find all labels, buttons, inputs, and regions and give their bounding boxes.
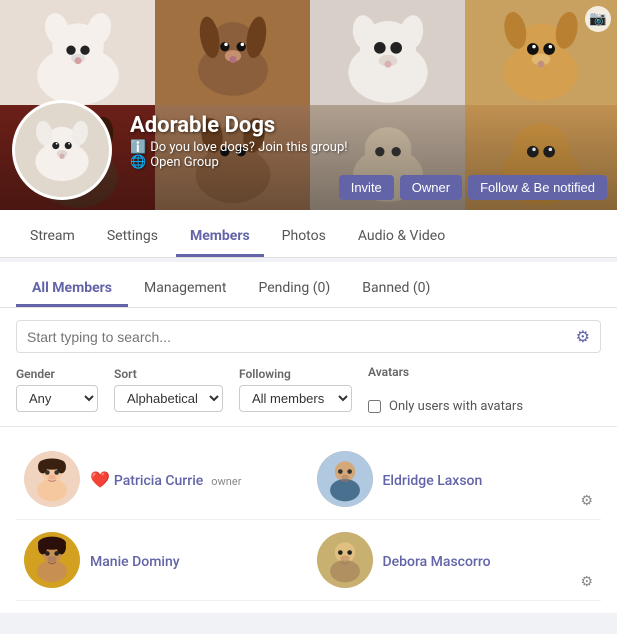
sub-tab-pending[interactable]: Pending (0) [242, 272, 346, 307]
tab-settings[interactable]: Settings [93, 218, 172, 257]
owner-button[interactable]: Owner [400, 175, 462, 200]
member-info-debora: Debora Mascorro [383, 551, 594, 570]
avatar-patricia [24, 451, 80, 507]
member-info-patricia: ❤️ Patricia Currie owner [90, 470, 301, 489]
avatars-checkbox[interactable] [368, 400, 381, 413]
action-buttons: Invite Owner Follow & Be notified [339, 175, 607, 200]
nav-tabs: Stream Settings Members Photos Audio & V… [0, 210, 617, 258]
members-grid: ❤️ Patricia Currie owner [16, 439, 601, 601]
avatar-eldridge [317, 451, 373, 507]
camera-icon[interactable]: 📷 [585, 6, 611, 32]
member-card-patricia: ❤️ Patricia Currie owner [16, 439, 309, 520]
cover-cell-4: 📷 [465, 0, 617, 105]
tab-stream[interactable]: Stream [16, 218, 89, 257]
avatars-filter-group: Avatars Only users with avatars [368, 365, 523, 414]
gender-label: Gender [16, 367, 98, 381]
member-card-eldridge: Eldridge Laxson ⚙ [309, 439, 602, 520]
group-description: ℹ️ Do you love dogs? Join this group! [130, 140, 605, 155]
sort-filter-group: Sort Alphabetical Last active Newest [114, 367, 223, 412]
gender-select[interactable]: Any Male Female [16, 385, 98, 412]
sub-tab-all-members[interactable]: All Members [16, 272, 128, 307]
search-filter-area: ⚙ Gender Any Male Female Sort Alphabetic… [0, 308, 617, 427]
group-avatar [12, 100, 112, 200]
sub-tabs: All Members Management Pending (0) Banne… [0, 262, 617, 308]
following-select[interactable]: All members Following Not following [239, 385, 352, 412]
following-label: Following [239, 367, 352, 381]
avatars-checkbox-label: Only users with avatars [389, 399, 523, 414]
gender-filter-group: Gender Any Male Female [16, 367, 98, 412]
member-card-manie: Manie Dominy [16, 520, 309, 601]
member-card-debora: Debora Mascorro ⚙ [309, 520, 602, 601]
member-info-manie: Manie Dominy [90, 551, 301, 570]
gear-icon-debora[interactable]: ⚙ [580, 574, 593, 590]
avatar-manie [24, 532, 80, 588]
sort-select[interactable]: Alphabetical Last active Newest [114, 385, 223, 412]
follow-button[interactable]: Follow & Be notified [468, 175, 607, 200]
cover-cell-1 [0, 0, 155, 105]
tab-members[interactable]: Members [176, 218, 264, 257]
avatars-label: Avatars [368, 365, 523, 379]
avatar-debora [317, 532, 373, 588]
avatar-filter-row: Only users with avatars [368, 399, 523, 414]
globe-icon: 🌐 [130, 155, 146, 170]
tab-photos[interactable]: Photos [268, 218, 340, 257]
gear-icon-eldridge[interactable]: ⚙ [580, 493, 593, 509]
members-area: ❤️ Patricia Currie owner [0, 427, 617, 613]
group-name: Adorable Dogs [130, 113, 605, 138]
heart-icon-patricia: ❤️ [90, 470, 110, 489]
search-row: ⚙ [16, 320, 601, 353]
group-type: 🌐 Open Group [130, 155, 605, 170]
search-input[interactable] [27, 329, 568, 345]
member-name-patricia[interactable]: ❤️ Patricia Currie owner [90, 470, 301, 489]
cover-area: 📷 [0, 0, 617, 210]
cover-cell-2 [155, 0, 310, 105]
following-filter-group: Following All members Following Not foll… [239, 367, 352, 412]
info-icon: ℹ️ [130, 140, 146, 155]
member-info-eldridge: Eldridge Laxson [383, 470, 594, 489]
settings-gear-icon[interactable]: ⚙ [576, 327, 590, 346]
sub-tab-management[interactable]: Management [128, 272, 242, 307]
invite-button[interactable]: Invite [339, 175, 394, 200]
filter-row: Gender Any Male Female Sort Alphabetical… [16, 365, 601, 414]
sort-label: Sort [114, 367, 223, 381]
tab-audio-video[interactable]: Audio & Video [344, 218, 459, 257]
cover-cell-3 [310, 0, 465, 105]
sub-tab-banned[interactable]: Banned (0) [346, 272, 446, 307]
